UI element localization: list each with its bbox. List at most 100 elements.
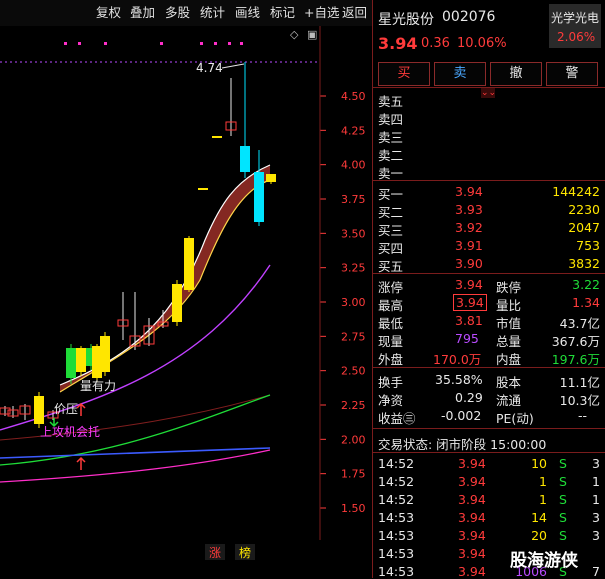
tick-time: 14:53 [378, 546, 415, 561]
candle-body [100, 336, 110, 372]
bid1-price: 3.94 [455, 184, 483, 199]
bid3-price: 3.92 [455, 220, 483, 235]
pe-value: -- [577, 408, 587, 423]
up-arrow-icon [76, 456, 86, 470]
mkt-cap-label: 市值 [496, 316, 522, 331]
total-vol-value: 367.6万 [551, 334, 600, 349]
toolbar: 复权 叠加 多股 统计 画线 标记 +自选 返回 [0, 0, 372, 26]
y-tick-label: 4.50 [341, 90, 366, 103]
back-button[interactable]: 返回 [342, 4, 367, 22]
candle-body [266, 174, 276, 182]
bid2-label: 买二 [378, 205, 404, 220]
tick-num: 3 [592, 528, 600, 543]
float-value: 10.3亿 [559, 393, 600, 408]
overlay-button[interactable]: 叠加 [130, 4, 155, 22]
total-vol-label: 总量 [496, 334, 522, 349]
price-change: 0.36 [421, 36, 450, 51]
max-price-label: 4.74 [196, 61, 223, 75]
sector-box[interactable]: 光学光电 2.06% [549, 4, 601, 48]
vol-ratio-value: 1.34 [572, 295, 600, 310]
cur-vol-label: 现量 [378, 334, 404, 349]
bid5-price: 3.90 [455, 256, 483, 271]
signal-dots-row [64, 42, 243, 45]
float-label: 流通 [496, 393, 522, 408]
fuquan-button[interactable]: 复权 [96, 4, 121, 22]
expand-chevron-icon[interactable]: ⌄⌄ [481, 88, 496, 98]
last-price: 3.94 [378, 34, 418, 53]
candle-body [240, 146, 250, 172]
tick-price: 3.94 [458, 528, 486, 543]
draw-line-button[interactable]: 画线 [235, 4, 260, 22]
kline-chart[interactable]: ◇ ▣ 4.74 量有力 价压 上攻机会托 4.50 4.25 4.00 3.75 3.… [0, 26, 372, 578]
bid5-vol: 3832 [568, 256, 600, 271]
outer-label: 外盘 [378, 352, 404, 367]
shares-label: 股本 [496, 375, 522, 390]
low-label: 最低 [378, 316, 404, 331]
candles-group [0, 62, 276, 428]
y-tick-label: 2.25 [341, 399, 366, 412]
annotation-strong-volume: 量有力 [80, 379, 116, 393]
y-tick-label: 4.25 [341, 124, 366, 137]
y-tick-label: 1.75 [341, 468, 366, 481]
limit-up-label: 涨停 [378, 280, 404, 295]
high-value: 3.94 [453, 294, 487, 311]
sector-change: 2.06% [557, 30, 596, 44]
sell-button[interactable]: 卖 [434, 62, 486, 86]
eps-label: 收益㊂ [378, 411, 416, 426]
vol-ratio-label: 量比 [496, 298, 522, 313]
mark-button[interactable]: 标记 [270, 4, 295, 22]
diamond-icon: ◇ [290, 28, 299, 41]
inner-value: 197.6万 [551, 352, 600, 367]
ma120-line [0, 447, 271, 459]
tick-time: 14:52 [378, 474, 415, 489]
turnover-value: 35.58% [435, 372, 483, 387]
y-tick-label: 2.75 [341, 330, 366, 343]
price-change-pct: 10.06% [457, 36, 507, 51]
tick-side: S [559, 528, 567, 543]
bid3-vol: 2047 [568, 220, 600, 235]
candle-body [184, 238, 194, 290]
candle-body [34, 396, 44, 424]
stats-button[interactable]: 统计 [200, 4, 225, 22]
candle-body [212, 136, 222, 138]
stock-name: 星光股份 [378, 12, 434, 28]
nav-value: 0.29 [455, 390, 483, 405]
outer-value: 170.0万 [433, 352, 482, 367]
buy-button[interactable]: 买 [378, 62, 430, 86]
limit-up-tag: 涨 [209, 545, 221, 560]
tick-time: 14:52 [378, 492, 415, 507]
y-tick-label: 1.50 [341, 502, 366, 515]
ask4-label: 卖四 [378, 112, 404, 127]
tick-num: 3 [592, 510, 600, 525]
tick-time: 14:52 [378, 456, 415, 471]
add-watchlist-button[interactable]: +自选 [304, 4, 339, 22]
sector-name: 光学光电 [551, 11, 600, 25]
y-tick-label: 3.00 [341, 296, 366, 309]
tick-vol: 14 [531, 510, 547, 525]
tick-vol: 1 [539, 474, 547, 489]
bid2-vol: 2230 [568, 202, 600, 217]
tick-time: 14:53 [378, 510, 415, 525]
alert-button[interactable]: 警 [546, 62, 598, 86]
limit-down-label: 跌停 [496, 280, 522, 295]
bid4-price: 3.91 [455, 238, 483, 253]
tick-price: 3.94 [458, 456, 486, 471]
mkt-cap-value: 43.7亿 [559, 316, 600, 331]
tick-vol: 20 [531, 528, 547, 543]
tick-price: 3.94 [458, 474, 486, 489]
tick-num: 3 [592, 456, 600, 471]
y-tick-label: 3.50 [341, 227, 366, 240]
tick-price: 3.94 [458, 510, 486, 525]
y-tick-label: 2.00 [341, 433, 366, 446]
cancel-order-button[interactable]: 撤 [490, 62, 542, 86]
shares-value: 11.1亿 [559, 375, 600, 390]
limit-down-value: 3.22 [572, 277, 600, 292]
y-tick-label: 4.00 [341, 159, 366, 172]
watermark: 股海游侠 [510, 551, 578, 571]
eps-value: -0.002 [441, 408, 482, 423]
multi-stock-button[interactable]: 多股 [165, 4, 190, 22]
up-arrow-icon [76, 402, 86, 416]
trade-status: 交易状态: 闭市阶段 15:00:00 [378, 437, 547, 452]
pe-label: PE(动) [496, 411, 534, 426]
candle-body [66, 348, 76, 378]
